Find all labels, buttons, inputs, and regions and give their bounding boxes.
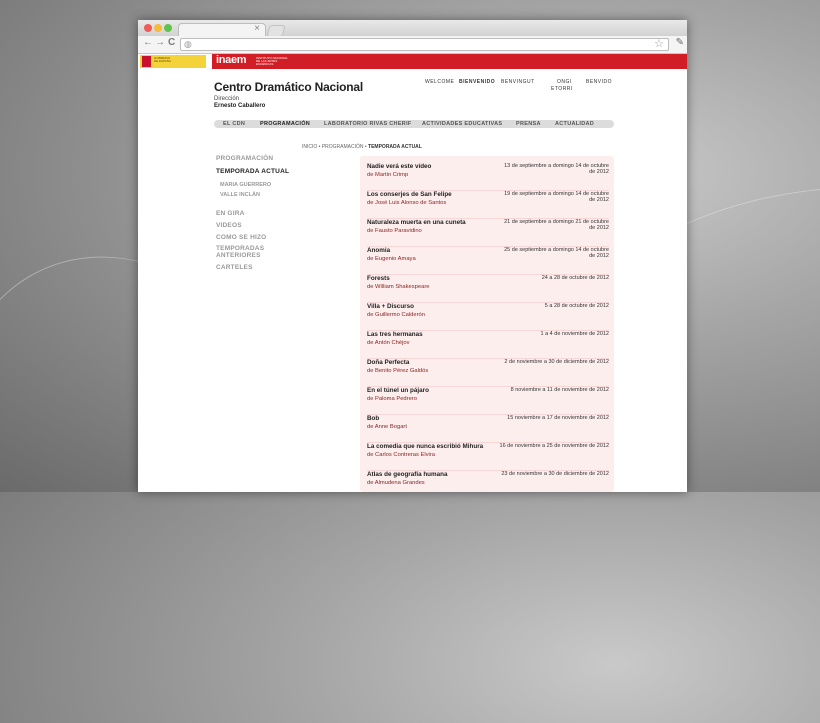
sidebar-videos[interactable]: VIDEOS xyxy=(216,222,242,229)
breadcrumb-current: TEMPORADA ACTUAL xyxy=(368,144,422,150)
event-author: de Paloma Pedrero xyxy=(367,396,417,402)
breadcrumb-home[interactable]: INICIO xyxy=(302,144,317,150)
browser-titlebar: × xyxy=(138,20,687,37)
list-item[interactable]: Doña Perfecta de Benito Pérez Galdós 2 d… xyxy=(367,359,609,387)
nav-el-cdn[interactable]: EL CDN xyxy=(223,121,245,127)
event-title[interactable]: Atlas de geografía humana xyxy=(367,471,447,478)
address-bar[interactable]: ◍ ☆ xyxy=(180,38,669,51)
reload-icon[interactable]: C xyxy=(168,37,175,48)
list-item[interactable]: Naturaleza muerta en una cuneta de Faust… xyxy=(367,219,609,247)
lang-benvingut[interactable]: BENVINGUT xyxy=(501,79,535,85)
list-item[interactable]: Los conserjes de San Felipe de José Luis… xyxy=(367,191,609,219)
ministry-crest-logo: GOBIERNO DE ESPAÑA xyxy=(140,55,206,68)
list-item[interactable]: Anomia de Eugenio Amaya 25 de septiembre… xyxy=(367,247,609,275)
inaem-logo-subtitle: INSTITUTO NACIONAL DE LAS ARTES ESCÉNICAS xyxy=(256,56,288,66)
event-date: 8 noviembre a 11 de noviembre de 2012 xyxy=(510,387,609,393)
list-item[interactable]: Las tres hermanas de Antón Chéjov 1 a 4 … xyxy=(367,331,610,359)
main-navigation: EL CDN PROGRAMACIÓN LABORATORIO RIVAS CH… xyxy=(214,120,614,128)
event-title[interactable]: Villa + Discurso xyxy=(367,303,414,310)
inaem-logo[interactable]: inaem xyxy=(216,54,247,66)
list-item[interactable]: Nadie verá este vídeo de Martin Crimp 13… xyxy=(367,163,609,191)
event-date: 2 de noviembre a 30 de diciembre de 2012 xyxy=(504,359,609,365)
event-title[interactable]: Forests xyxy=(367,275,390,282)
event-title[interactable]: Los conserjes de San Felipe xyxy=(367,191,452,198)
sidebar-valle-inclan[interactable]: VALLE INCLÁN xyxy=(220,192,260,198)
event-author: de Carlos Contreras Elvira xyxy=(367,452,435,458)
event-author: de Guillermo Calderón xyxy=(367,312,425,318)
list-item[interactable]: Forests de William Shakespeare 24 a 28 d… xyxy=(367,275,609,303)
event-title[interactable]: En el túnel un pájaro xyxy=(367,387,429,394)
sidebar-temporadas-anteriores[interactable]: TEMPORADAS ANTERIORES xyxy=(216,245,272,259)
lang-benvido[interactable]: BENVIDO xyxy=(586,79,612,85)
nav-actividades-educativas[interactable]: ACTIVIDADES EDUCATIVAS xyxy=(422,121,502,127)
event-title[interactable]: Doña Perfecta xyxy=(367,359,409,366)
event-title[interactable]: Anomia xyxy=(367,247,390,254)
event-date: 19 de septiembre a domingo 14 de octubre… xyxy=(504,191,609,203)
list-item[interactable]: Bob de Anne Bogart 15 noviembre a 17 de … xyxy=(367,415,609,443)
event-author: de Benito Pérez Galdós xyxy=(367,368,429,374)
nav-prensa[interactable]: PRENSA xyxy=(516,121,541,127)
event-title[interactable]: Las tres hermanas xyxy=(367,331,423,338)
event-author: de Almudena Grandes xyxy=(367,480,425,486)
sidebar-programacion[interactable]: PROGRAMACIÓN xyxy=(216,155,273,162)
lang-ongi[interactable]: ONGI xyxy=(557,79,572,85)
government-header-bar: GOBIERNO DE ESPAÑA inaem INSTITUTO NACION… xyxy=(138,54,687,69)
event-date: 24 a 28 de octubre de 2012 xyxy=(541,275,609,281)
sidebar-temporada-actual[interactable]: TEMPORADA ACTUAL xyxy=(216,168,289,175)
event-date: 16 de noviembre a 25 de noviembre de 201… xyxy=(499,443,609,449)
coat-of-arms-icon xyxy=(142,56,151,67)
event-author: de Martin Crimp xyxy=(367,172,409,178)
event-date: 1 a 4 de noviembre de 2012 xyxy=(540,331,610,337)
browser-window: × ← → C ◍ ☆ ✎ GOBIERNO DE ESPAÑA inaem IN… xyxy=(138,20,687,492)
event-date: 13 de septiembre a domingo 14 de octubre… xyxy=(504,163,609,175)
event-author: de Anne Bogart xyxy=(367,424,407,430)
sidebar-maria-guerrero[interactable]: MARIA GUERRERO xyxy=(220,182,271,188)
event-title[interactable]: Naturaleza muerta en una cuneta xyxy=(367,219,466,226)
sidebar-carteles[interactable]: CARTELES xyxy=(216,264,253,271)
globe-icon: ◍ xyxy=(184,39,192,49)
list-item[interactable]: La comedia que nunca escribió Mihura de … xyxy=(367,443,609,471)
lang-bienvenido[interactable]: BIENVENIDO xyxy=(459,79,495,85)
event-date: 15 noviembre a 17 de noviembre de 2012 xyxy=(507,415,609,421)
bookmark-star-icon[interactable]: ☆ xyxy=(654,37,664,50)
sidebar-como-se-hizo[interactable]: COMO SE HIZO xyxy=(216,234,266,241)
nav-programacion[interactable]: PROGRAMACIÓN xyxy=(260,121,310,127)
breadcrumb: INICIO • PROGRAMACIÓN • TEMPORADA ACTUAL xyxy=(302,144,422,150)
browser-tab[interactable]: × xyxy=(178,23,266,37)
event-date: 23 de noviembre a 30 de diciembre de 201… xyxy=(501,471,609,477)
events-list: Nadie verá este vídeo de Martin Crimp 13… xyxy=(360,156,614,492)
close-icon[interactable]: × xyxy=(254,23,260,34)
breadcrumb-section[interactable]: PROGRAMACIÓN xyxy=(322,144,364,150)
direction-label: Dirección xyxy=(214,96,240,102)
event-author: de William Shakespeare xyxy=(367,284,430,290)
list-item[interactable]: En el túnel un pájaro de Paloma Pedrero … xyxy=(367,387,609,415)
event-title[interactable]: La comedia que nunca escribió Mihura xyxy=(367,443,483,450)
close-window-button[interactable] xyxy=(144,24,152,32)
director-name: Ernesto Caballero xyxy=(214,103,266,109)
list-item[interactable]: Villa + Discurso de Guillermo Calderón 5… xyxy=(367,303,609,331)
site-title[interactable]: Centro Dramático Nacional xyxy=(214,80,363,94)
nav-laboratorio[interactable]: LABORATORIO RIVAS CHERIF xyxy=(324,121,412,127)
event-title[interactable]: Nadie verá este vídeo xyxy=(367,163,431,170)
event-author: de Antón Chéjov xyxy=(367,340,410,346)
event-date: 5 a 28 de octubre de 2012 xyxy=(544,303,609,309)
event-author: de José Luis Alonso de Santos xyxy=(367,200,447,206)
event-author: de Eugenio Amaya xyxy=(367,256,416,262)
sidebar-en-gira[interactable]: EN GIRA xyxy=(216,210,245,217)
browser-toolbar: ← → C ◍ ☆ ✎ xyxy=(138,36,687,54)
nav-actualidad[interactable]: ACTUALIDAD xyxy=(555,121,594,127)
lang-etorri[interactable]: ETORRI xyxy=(551,86,573,92)
minimize-window-button[interactable] xyxy=(154,24,162,32)
event-author: de Fausto Paravidino xyxy=(367,228,422,234)
zoom-window-button[interactable] xyxy=(164,24,172,32)
forward-arrow-icon[interactable]: → xyxy=(155,37,165,48)
event-date: 25 de septiembre a domingo 14 de octubre… xyxy=(504,247,609,259)
list-item[interactable]: Atlas de geografía humana de Almudena Gr… xyxy=(367,471,609,492)
lang-welcome[interactable]: WELCOME xyxy=(425,79,454,85)
back-arrow-icon[interactable]: ← xyxy=(143,37,153,48)
event-date: 21 de septiembre a domingo 21 de octubre… xyxy=(504,219,609,231)
event-title[interactable]: Bob xyxy=(367,415,379,422)
wrench-icon[interactable]: ✎ xyxy=(676,37,684,48)
